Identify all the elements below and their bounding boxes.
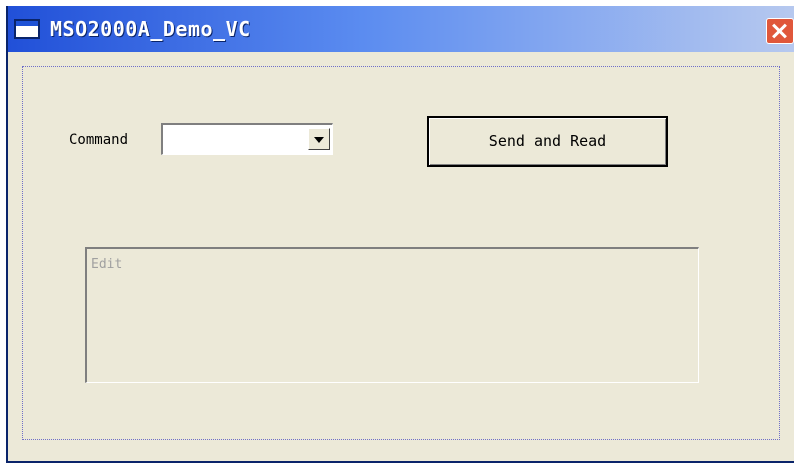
output-edit-box[interactable]: Edit [85, 247, 699, 383]
close-icon[interactable] [766, 18, 794, 44]
window-title: MSO2000A_Demo_VC [50, 17, 251, 41]
send-and-read-button[interactable]: Send and Read [427, 116, 668, 167]
command-combobox[interactable] [161, 123, 333, 155]
command-label: Command [69, 132, 129, 148]
chevron-down-icon[interactable] [308, 128, 330, 150]
edit-box-text: Edit [91, 257, 123, 272]
title-bar[interactable]: MSO2000A_Demo_VC [8, 6, 794, 52]
app-window-icon [14, 19, 40, 39]
